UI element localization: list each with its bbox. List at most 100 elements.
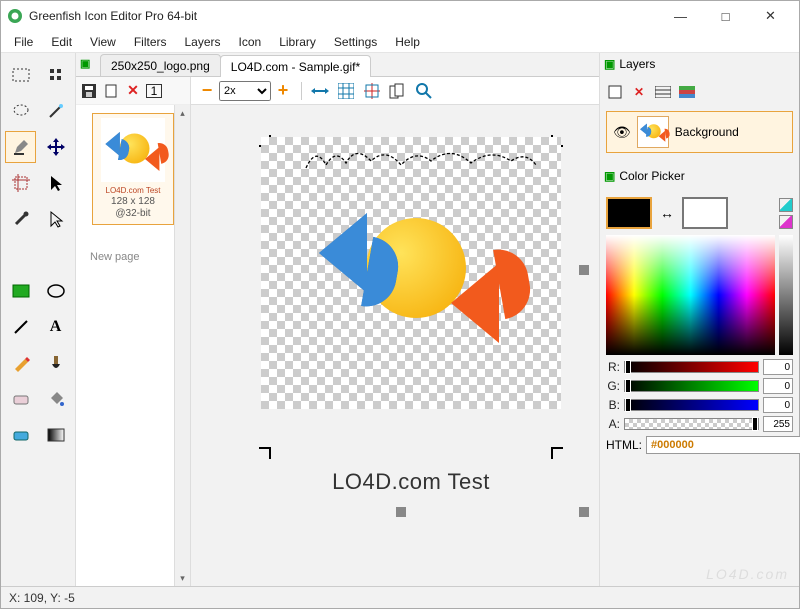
grid-icon[interactable] xyxy=(336,81,356,101)
delete-layer-icon[interactable]: ✕ xyxy=(630,83,648,101)
zoom-in-icon[interactable]: + xyxy=(273,81,293,101)
menu-settings[interactable]: Settings xyxy=(325,32,386,52)
layer-props-icon[interactable] xyxy=(654,83,672,101)
scroll-down-icon[interactable]: ▾ xyxy=(175,570,190,586)
r-value[interactable] xyxy=(763,359,793,375)
scroll-up-icon[interactable]: ▴ xyxy=(175,105,190,121)
tool-eraser-fill[interactable] xyxy=(5,419,36,451)
r-slider[interactable] xyxy=(624,361,759,373)
logo-graphic xyxy=(311,173,511,373)
tool-bucket[interactable] xyxy=(40,383,71,415)
tool-pointer[interactable] xyxy=(40,203,71,235)
tool-crop[interactable] xyxy=(5,167,36,199)
tool-eyedropper[interactable] xyxy=(5,203,36,235)
b-label: B: xyxy=(606,398,620,412)
tab-0[interactable]: 250x250_logo.png xyxy=(100,54,221,76)
html-color-row: HTML: ... xyxy=(606,436,793,454)
color-picker-section: ↔ R: G: B: xyxy=(606,191,793,454)
menu-help[interactable]: Help xyxy=(386,32,429,52)
tool-draw-pencil[interactable] xyxy=(5,347,36,379)
resize-handle-bottom[interactable] xyxy=(396,507,406,517)
fit-width-icon[interactable] xyxy=(310,81,330,101)
tool-rect-select[interactable] xyxy=(5,59,36,91)
color-picker-label: Color Picker xyxy=(619,169,684,183)
tool-retouch[interactable] xyxy=(40,59,71,91)
magnifier-icon[interactable] xyxy=(414,81,434,101)
tool-magic-wand[interactable] xyxy=(40,95,71,127)
swap-colors-icon[interactable]: ↔ xyxy=(660,205,674,221)
merge-layer-icon[interactable] xyxy=(678,83,696,101)
center-icon[interactable] xyxy=(362,81,382,101)
a-value[interactable] xyxy=(763,416,793,432)
menu-view[interactable]: View xyxy=(81,32,125,52)
menu-library[interactable]: Library xyxy=(270,32,325,52)
tab-label: LO4D.com - Sample.gif* xyxy=(231,60,360,74)
menu-bar: File Edit View Filters Layers Icon Libra… xyxy=(1,31,799,53)
resize-handle-right[interactable] xyxy=(579,265,589,275)
new-layer-icon[interactable] xyxy=(606,83,624,101)
color-field xyxy=(606,235,793,355)
tool-move[interactable] xyxy=(40,131,71,163)
mini-swatches xyxy=(779,198,793,229)
menu-file[interactable]: File xyxy=(5,32,42,52)
menu-icon[interactable]: Icon xyxy=(230,32,271,52)
value-strip[interactable] xyxy=(779,235,793,355)
tool-pencil[interactable] xyxy=(5,131,36,163)
foreground-swatch[interactable] xyxy=(606,197,652,229)
canvas-checker[interactable] xyxy=(261,137,561,409)
thumb-name: LO4D.com Test xyxy=(97,186,169,196)
html-color-input[interactable] xyxy=(646,436,800,454)
tool-lasso[interactable] xyxy=(5,95,36,127)
tool-rectangle[interactable] xyxy=(5,275,36,307)
g-slider[interactable] xyxy=(624,380,759,392)
tool-text[interactable]: A xyxy=(40,311,71,343)
mini-swatch-2[interactable] xyxy=(779,215,793,229)
layer-background[interactable]: 👁 Background xyxy=(606,111,793,153)
panel-toggle-icon[interactable]: ▣ xyxy=(80,57,90,70)
tool-eraser[interactable] xyxy=(5,383,36,415)
swatch-row: ↔ xyxy=(606,197,793,229)
pages-scrollbar[interactable]: ▴ ▾ xyxy=(174,105,190,586)
g-value[interactable] xyxy=(763,378,793,394)
close-button[interactable]: ✕ xyxy=(748,1,793,31)
expand-icon[interactable]: ▣ xyxy=(604,169,615,183)
menu-layers[interactable]: Layers xyxy=(176,32,230,52)
spectrum-picker[interactable] xyxy=(606,235,775,355)
menu-edit[interactable]: Edit xyxy=(42,32,81,52)
minimize-button[interactable]: ― xyxy=(658,1,703,31)
pages-icon[interactable] xyxy=(388,81,408,101)
a-slider[interactable] xyxy=(624,418,759,430)
save-icon[interactable] xyxy=(80,82,98,100)
tab-1[interactable]: LO4D.com - Sample.gif* xyxy=(220,55,371,77)
layer-thumbnail xyxy=(637,116,669,148)
maximize-button[interactable]: □ xyxy=(703,1,748,31)
menu-filters[interactable]: Filters xyxy=(125,32,176,52)
b-value[interactable] xyxy=(763,397,793,413)
a-label: A: xyxy=(606,417,620,431)
layer-name: Background xyxy=(675,125,786,139)
page-thumbnail[interactable]: LO4D.com Test 128 x 128 @32-bit xyxy=(92,113,174,225)
layers-header[interactable]: ▣ Layers xyxy=(600,53,799,75)
toolbox: A xyxy=(1,53,76,586)
tool-cursor[interactable] xyxy=(40,167,71,199)
zoom-select[interactable]: 2x xyxy=(219,81,271,101)
b-slider[interactable] xyxy=(624,399,759,411)
resize-handle-corner[interactable] xyxy=(579,507,589,517)
frame-number[interactable]: 1 xyxy=(146,84,162,98)
tool-gradient[interactable] xyxy=(40,419,71,451)
toolbox-divider xyxy=(5,239,71,247)
delete-page-icon[interactable]: ✕ xyxy=(124,82,142,100)
color-picker-header[interactable]: ▣ Color Picker xyxy=(600,165,799,187)
canvas[interactable]: LO4D.com Test xyxy=(261,137,561,457)
zoom-controls: − 2x + xyxy=(197,81,293,101)
tool-brush[interactable] xyxy=(40,347,71,379)
eye-icon[interactable]: 👁 xyxy=(613,124,631,141)
r-label: R: xyxy=(606,360,620,374)
new-page-icon[interactable] xyxy=(102,82,120,100)
tool-ellipse[interactable] xyxy=(40,275,71,307)
background-swatch[interactable] xyxy=(682,197,728,229)
mini-swatch-1[interactable] xyxy=(779,198,793,212)
zoom-out-icon[interactable]: − xyxy=(197,81,217,101)
expand-icon[interactable]: ▣ xyxy=(604,57,615,71)
tool-line[interactable] xyxy=(5,311,36,343)
